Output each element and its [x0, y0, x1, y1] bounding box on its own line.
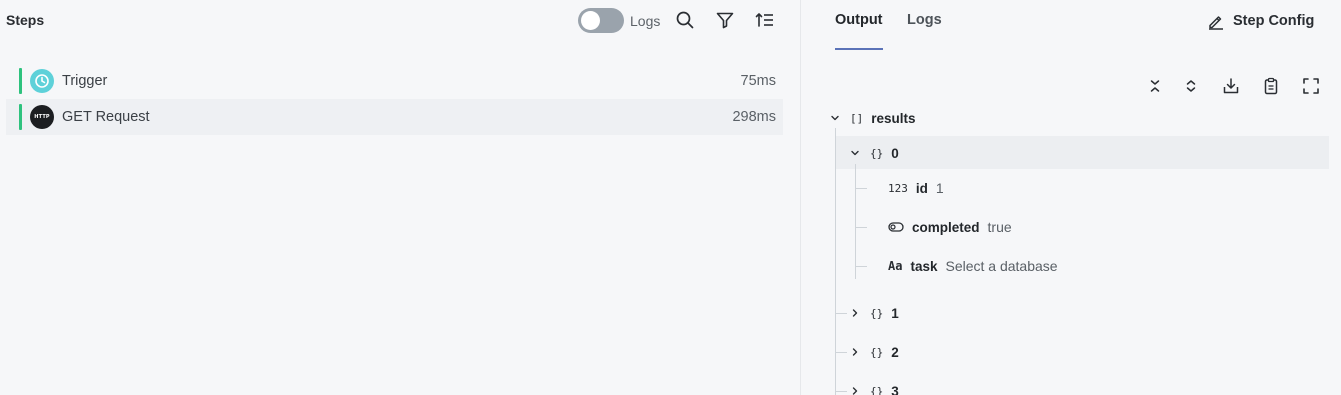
step-status-bar	[19, 104, 22, 130]
tree-field[interactable]: Aa task Select a database	[888, 256, 1058, 276]
clipboard-icon[interactable]	[1260, 75, 1282, 97]
tree-key: results	[871, 110, 916, 126]
tree-key: task	[910, 258, 938, 274]
tree-guide-branch	[855, 227, 867, 228]
number-type-icon: 123	[888, 181, 908, 195]
step-name: GET Request	[62, 109, 150, 125]
tree-guide-branch	[835, 313, 847, 314]
steps-panel: Steps Logs Trigger 75ms HTTP GET Request…	[0, 0, 800, 395]
step-name: Trigger	[62, 73, 108, 89]
output-panel: Output Logs Step Config [] results {} 0 …	[801, 0, 1341, 395]
tree-key: id	[915, 180, 928, 196]
tree-value: true	[987, 219, 1012, 235]
logs-toggle-label: Logs	[630, 12, 661, 29]
tree-guide-branch	[855, 188, 867, 189]
tree-guide-line	[855, 164, 856, 279]
filter-icon[interactable]	[714, 9, 736, 31]
object-type-icon: {}	[870, 384, 884, 395]
logs-toggle-wrap: Logs	[578, 8, 660, 33]
pencil-icon	[1209, 16, 1223, 30]
sort-icon[interactable]	[754, 9, 776, 31]
clock-icon	[30, 69, 54, 93]
toggle-knob	[581, 11, 600, 30]
tab-output[interactable]: Output	[835, 12, 883, 28]
step-config-label: Step Config	[1233, 13, 1315, 29]
chevron-down-icon[interactable]	[828, 111, 842, 125]
http-icon: HTTP	[30, 105, 54, 129]
step-row-get-request[interactable]: HTTP GET Request 298ms	[6, 99, 783, 135]
active-tab-indicator	[835, 48, 883, 50]
tree-node-item[interactable]: {} 2	[848, 342, 899, 362]
tab-logs[interactable]: Logs	[907, 12, 942, 28]
tree-key: 0	[891, 145, 899, 161]
tree-node-item[interactable]: {} 1	[848, 303, 899, 323]
search-icon[interactable]	[674, 9, 696, 31]
expand-all-icon[interactable]	[1180, 75, 1202, 97]
tree-field[interactable]: completed true	[888, 217, 1012, 237]
chevron-right-icon[interactable]	[848, 384, 862, 395]
tree-guide-branch	[835, 391, 847, 392]
tree-guide-branch	[835, 352, 847, 353]
fullscreen-icon[interactable]	[1300, 75, 1322, 97]
tree-key: 1	[891, 305, 899, 321]
selected-tree-row-bg	[835, 136, 1329, 169]
tree-value: Select a database	[945, 258, 1058, 274]
download-icon[interactable]	[1220, 75, 1242, 97]
tree-node-item[interactable]: {} 3	[848, 381, 899, 395]
chevron-right-icon[interactable]	[848, 345, 862, 359]
steps-title: Steps	[6, 12, 45, 28]
tree-key: 2	[891, 344, 899, 360]
step-config-button[interactable]: Step Config	[1207, 11, 1314, 31]
step-duration: 298ms	[732, 109, 776, 125]
tree-guide-branch	[855, 266, 867, 267]
chevron-right-icon[interactable]	[848, 306, 862, 320]
object-type-icon: {}	[870, 306, 884, 320]
tree-key: completed	[912, 219, 980, 235]
tree-node-results[interactable]: [] results	[828, 108, 916, 128]
tree-key: 3	[891, 383, 899, 395]
step-row-trigger[interactable]: Trigger 75ms	[6, 63, 783, 99]
tree-field[interactable]: 123 id 1	[888, 178, 944, 198]
tree-guide-line	[835, 128, 836, 395]
object-type-icon: {}	[870, 146, 884, 160]
chevron-down-icon[interactable]	[848, 146, 862, 160]
logs-toggle[interactable]	[578, 8, 624, 33]
tree-node-item[interactable]: {} 0	[848, 143, 899, 163]
boolean-type-icon	[888, 221, 904, 233]
step-status-bar	[19, 68, 22, 94]
string-type-icon: Aa	[888, 259, 903, 273]
object-type-icon: {}	[870, 345, 884, 359]
step-duration: 75ms	[740, 73, 776, 89]
array-type-icon: []	[850, 111, 864, 125]
tree-value: 1	[935, 180, 944, 196]
collapse-all-icon[interactable]	[1144, 75, 1166, 97]
